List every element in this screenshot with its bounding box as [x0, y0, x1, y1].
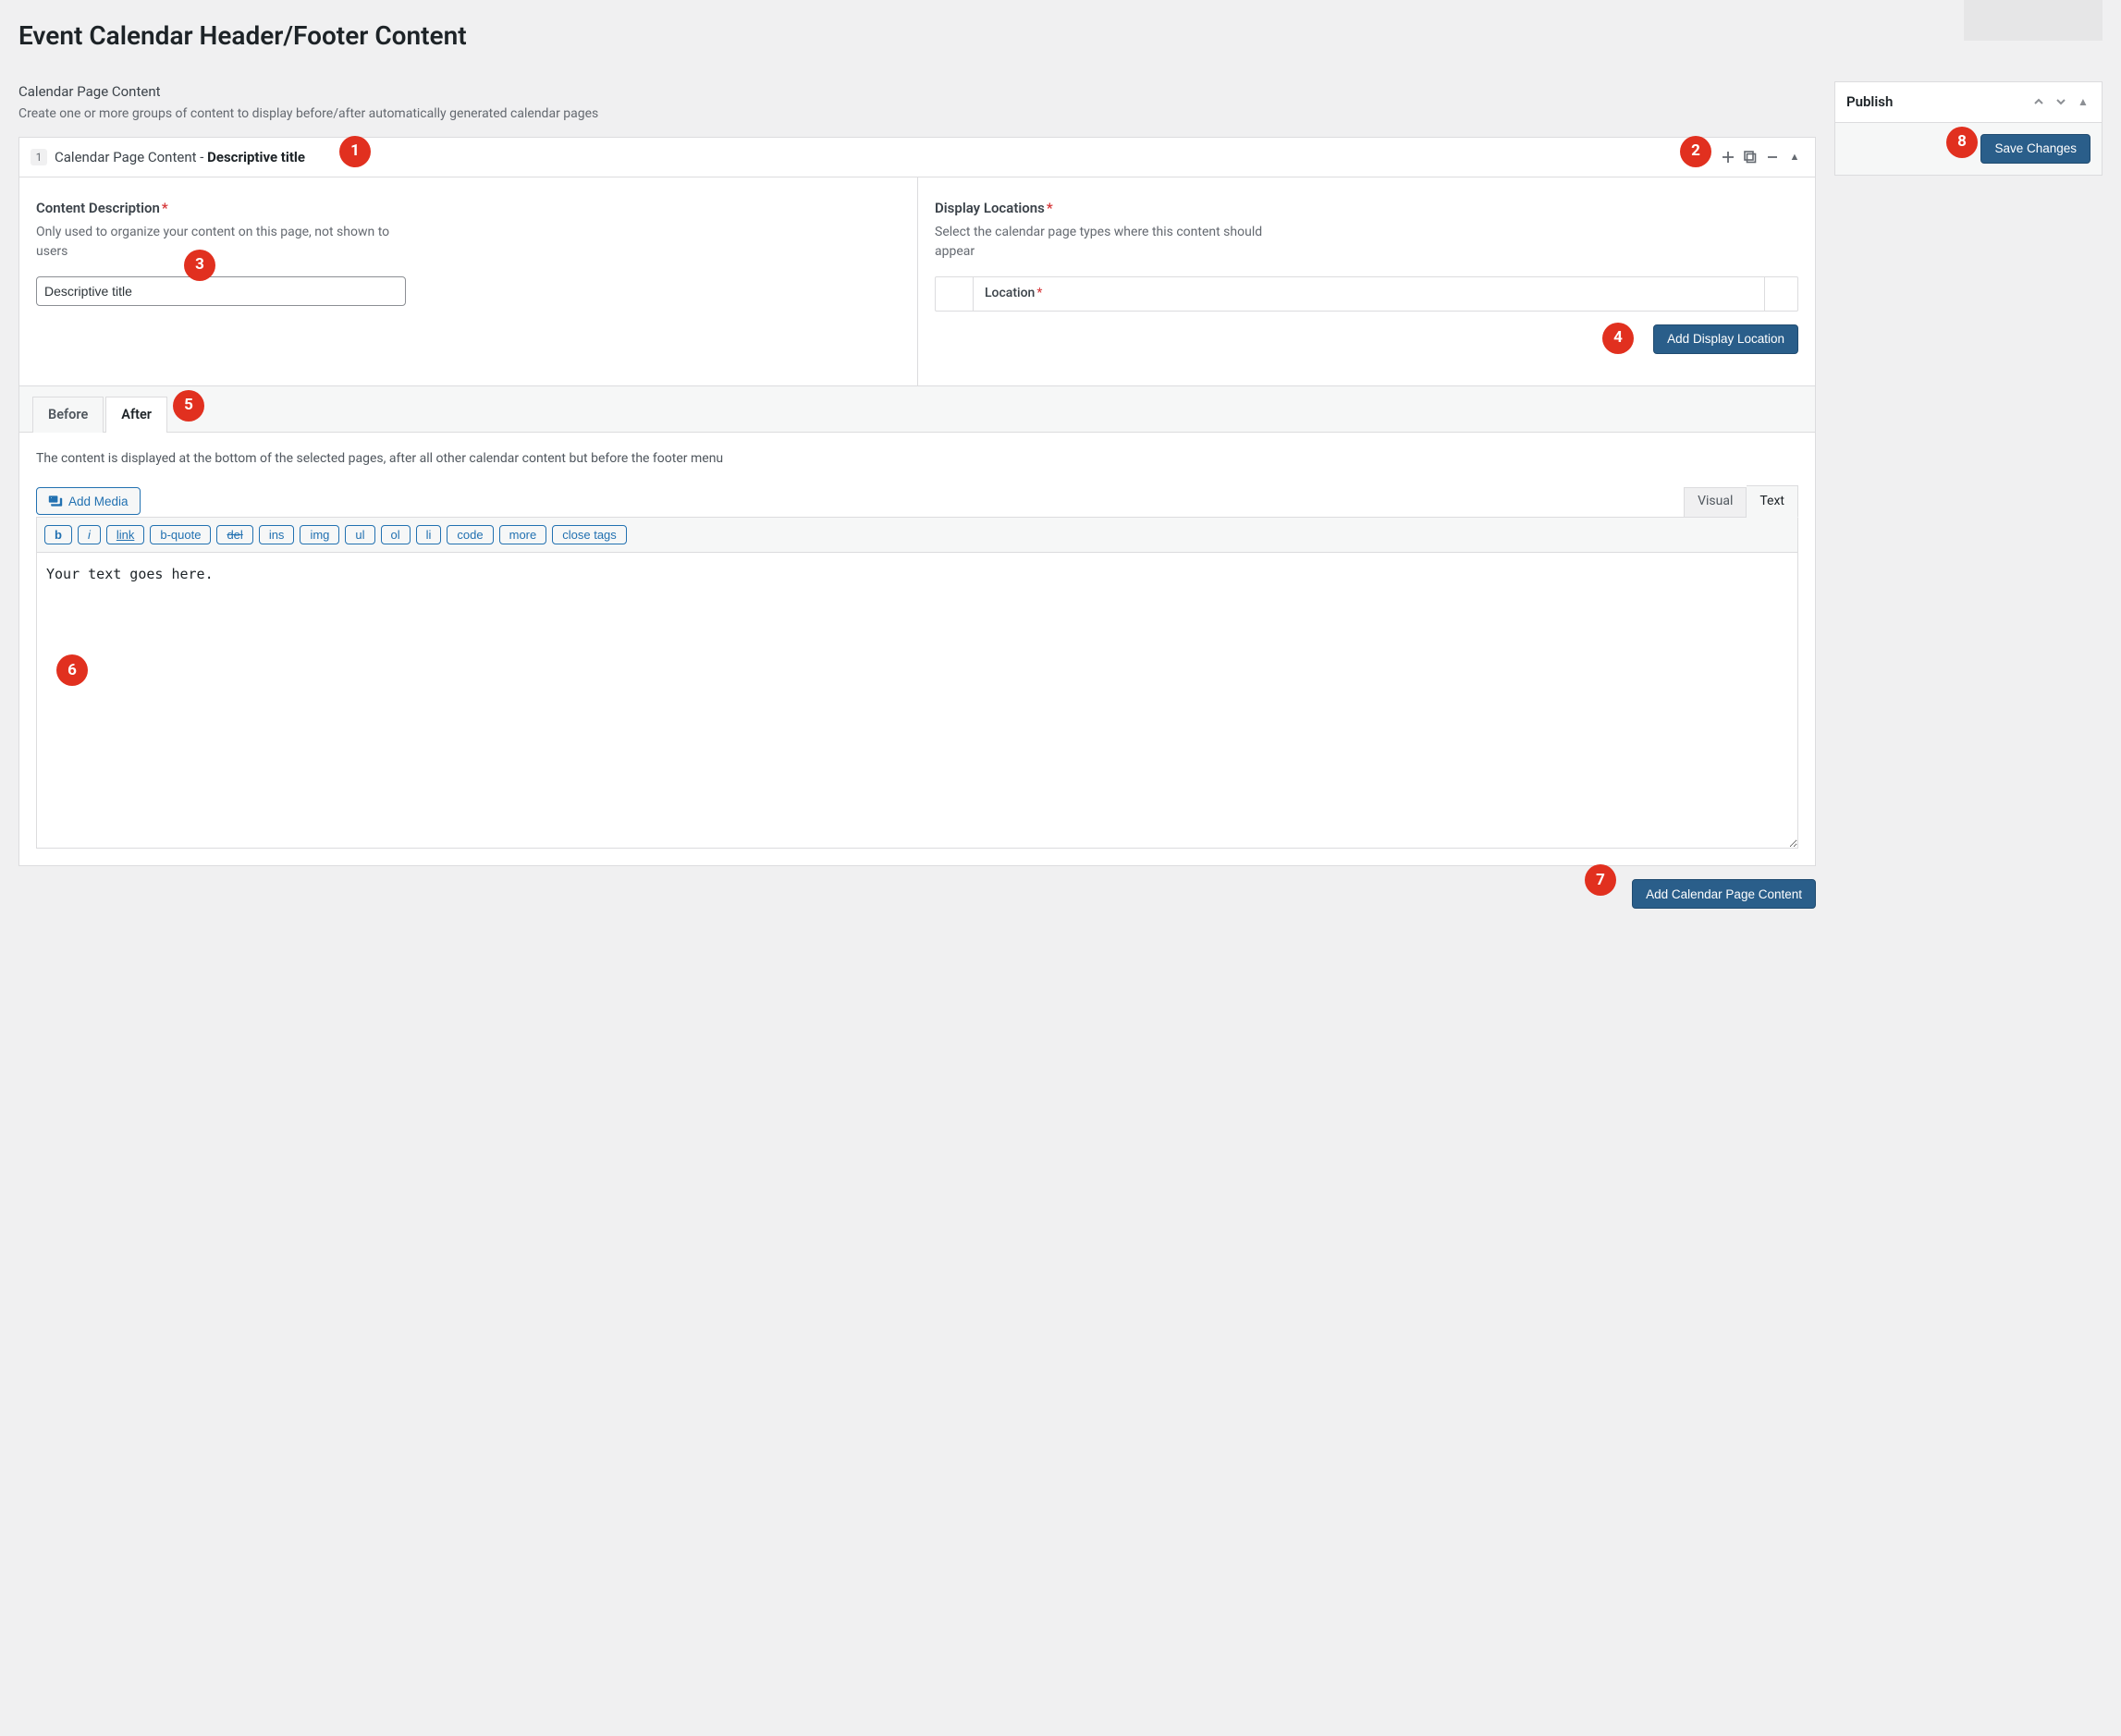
qt-ol[interactable]: ol	[381, 525, 411, 544]
content-description-input[interactable]	[36, 276, 406, 306]
row-number: 1	[31, 149, 47, 165]
content-description-label: Content Description*	[36, 198, 901, 223]
annotation-4: 4	[1602, 323, 1634, 354]
editor-mode-switch: Visual Text	[1684, 485, 1798, 517]
add-row-footer: 7 Add Calendar Page Content	[18, 866, 1816, 909]
editor-mode-visual[interactable]: Visual	[1684, 487, 1747, 517]
content-description-field: Content Description* Only used to organi…	[19, 177, 917, 385]
qt-img[interactable]: img	[300, 525, 339, 544]
repeater-row-header[interactable]: 1 Calendar Page Content - Descriptive ti…	[19, 138, 1815, 178]
fields-row: Content Description* Only used to organi…	[19, 177, 1815, 386]
qt-ul[interactable]: ul	[345, 525, 374, 544]
qt-li[interactable]: li	[416, 525, 442, 544]
row-actions: ▲	[1721, 150, 1802, 165]
tab-after-content: The content is displayed at the bottom o…	[19, 433, 1815, 865]
tab-after[interactable]: After	[105, 397, 167, 434]
duplicate-row-icon[interactable]	[1743, 150, 1758, 165]
publish-box-body: 8 Save Changes	[1835, 123, 2102, 175]
editor-mode-text[interactable]: Text	[1747, 485, 1798, 518]
add-row-icon[interactable]	[1721, 150, 1735, 165]
display-locations-label: Display Locations*	[935, 198, 1798, 223]
remove-row-icon[interactable]	[1765, 150, 1780, 165]
display-locations-help: Select the calendar page types where thi…	[935, 223, 1305, 276]
collapse-row-icon[interactable]: ▲	[1787, 150, 1802, 165]
publish-box-header[interactable]: Publish ▲	[1835, 82, 2102, 123]
annotation-7: 7	[1585, 864, 1616, 896]
qt-ins[interactable]: ins	[259, 525, 295, 544]
qt-code[interactable]: code	[447, 525, 493, 544]
qt-close[interactable]: close tags	[552, 525, 627, 544]
loc-row-label-cell: Location*	[973, 277, 1764, 311]
save-changes-button[interactable]: Save Changes	[1980, 134, 2090, 164]
publish-box-title: Publish	[1846, 92, 1893, 113]
quicktags-toolbar: b i link b-quote del ins img ul ol li co…	[36, 517, 1798, 553]
row-title-value: Descriptive title	[207, 149, 305, 165]
add-media-button[interactable]: Add Media	[36, 487, 141, 515]
toggle-panel-icon[interactable]: ▲	[2076, 94, 2090, 109]
display-locations-table: Location*	[935, 276, 1798, 312]
page-title: Event Calendar Header/Footer Content	[18, 0, 2103, 81]
qt-bold[interactable]: b	[44, 525, 72, 544]
move-down-icon[interactable]	[2054, 94, 2068, 109]
qt-italic[interactable]: i	[78, 525, 101, 544]
content-description-help: Only used to organize your content on th…	[36, 223, 406, 276]
qt-link[interactable]: link	[106, 525, 145, 544]
screen-options-placeholder	[1964, 0, 2103, 41]
tab-before[interactable]: Before	[32, 397, 104, 434]
loc-row-actions	[1764, 277, 1797, 311]
section-description: Create one or more groups of content to …	[18, 104, 1816, 137]
loc-row-handle	[936, 277, 973, 311]
add-display-location-button[interactable]: Add Display Location	[1653, 324, 1798, 354]
media-icon	[48, 494, 63, 508]
qt-more[interactable]: more	[499, 525, 547, 544]
qt-bquote[interactable]: b-quote	[150, 525, 211, 544]
annotation-5: 5	[173, 390, 204, 422]
row-title: Calendar Page Content - Descriptive titl…	[55, 147, 1713, 168]
display-locations-field: Display Locations* Select the calendar p…	[917, 177, 1815, 385]
move-up-icon[interactable]	[2031, 94, 2046, 109]
tab-after-description: The content is displayed at the bottom o…	[36, 449, 1798, 485]
section-label: Calendar Page Content	[18, 81, 1816, 104]
repeater-panel: 1 Calendar Page Content - Descriptive ti…	[18, 137, 1816, 867]
qt-del[interactable]: del	[216, 525, 252, 544]
content-tabs: Before After 5	[19, 386, 1815, 434]
editor-topbar: Add Media Visual Text	[36, 485, 1798, 517]
publish-box: Publish ▲ 8 Save Changes	[1834, 81, 2103, 176]
add-calendar-page-content-button[interactable]: Add Calendar Page Content	[1632, 879, 1816, 909]
editor-textarea[interactable]	[36, 553, 1798, 849]
row-title-prefix: Calendar Page Content -	[55, 149, 207, 165]
annotation-8: 8	[1946, 127, 1978, 158]
